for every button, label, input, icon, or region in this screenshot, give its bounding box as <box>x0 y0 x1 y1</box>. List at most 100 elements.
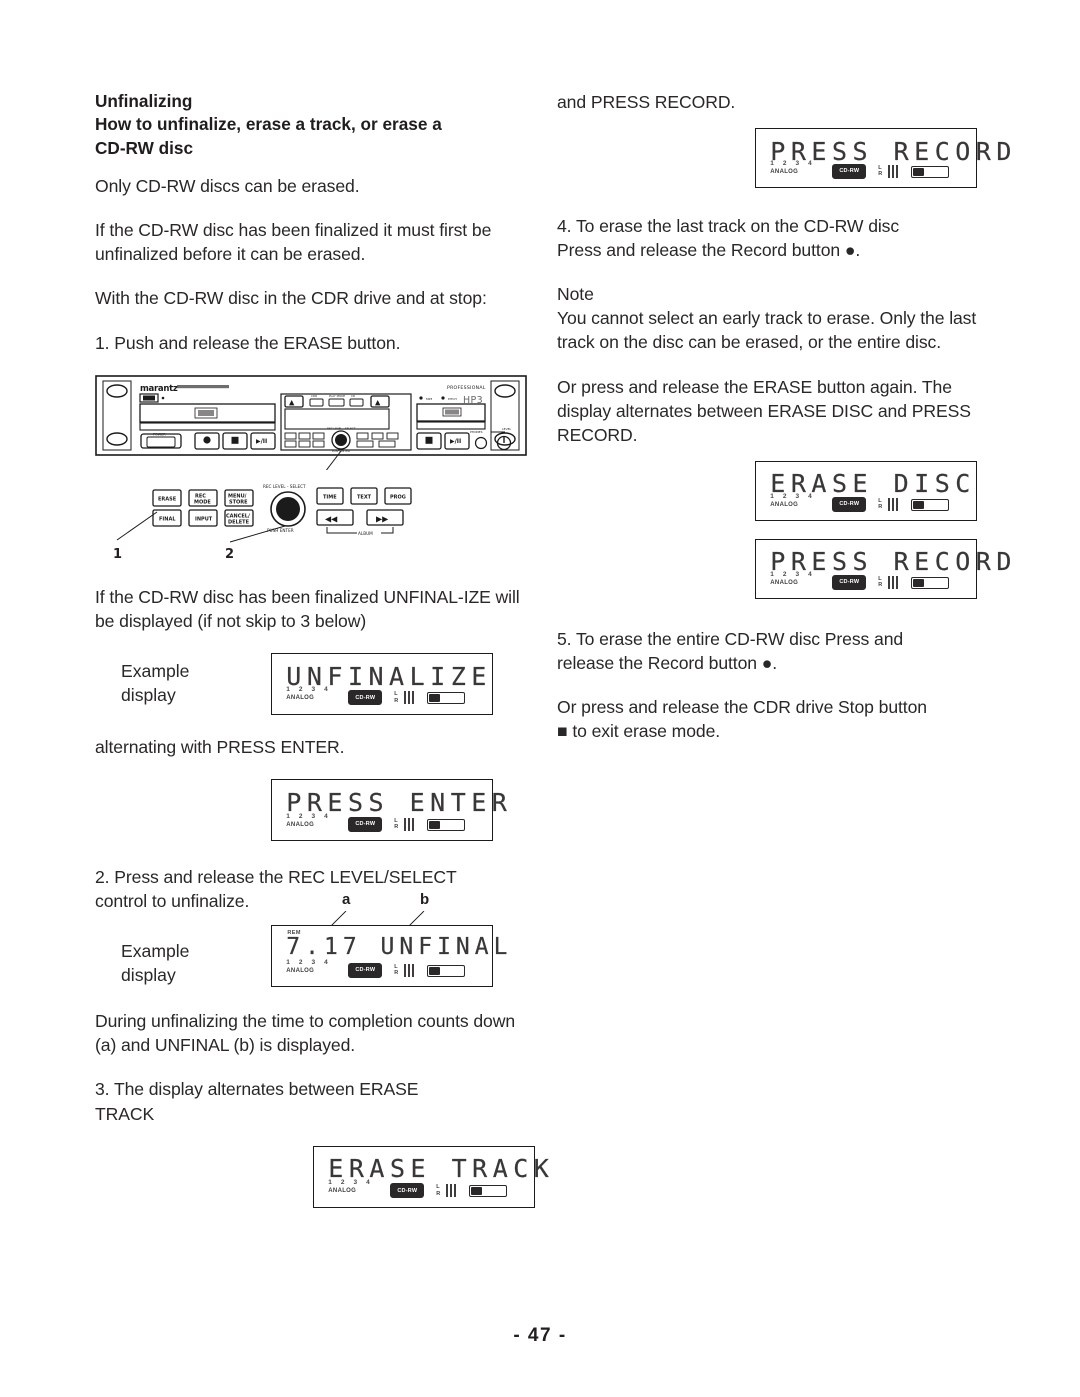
svg-text:CD: CD <box>351 394 355 398</box>
paragraph-only-cdrw: Only CD-RW discs can be erased. <box>95 176 360 197</box>
page-number: - 47 - <box>513 1325 567 1346</box>
lcd-analog-label: ANALOG <box>770 501 799 508</box>
disc-indicator-icon <box>911 498 950 511</box>
paragraph-during-unfinalizing: During unfinalizing the time to completi… <box>95 1011 516 1056</box>
lcd-lr-label: LR <box>878 164 883 178</box>
cd-rw-badge-icon: CD-RW <box>348 690 383 706</box>
paragraph-stop-button-line2: ■ to exit erase mode. <box>557 721 721 742</box>
svg-text:INPUT: INPUT <box>195 516 213 522</box>
paragraph-and-press-record: and PRESS RECORD. <box>557 92 736 112</box>
lcd-analog-label: ANALOG <box>328 1188 357 1195</box>
lcd-display-press-enter: PRESS ENTER 1 2 3 4 ANALOG CD-RW LR <box>271 778 507 841</box>
svg-text:DELETE: DELETE <box>228 519 250 525</box>
svg-text:marantz: marantz <box>140 384 178 394</box>
lcd-display-press-record-1: PRESS RECORD 1 2 3 4 ANALOG CD-RW LR <box>755 128 1012 189</box>
level-meter-icon <box>888 164 900 178</box>
step-2-line1: 2. Press and release the REC LEVEL/SELEC… <box>95 866 457 887</box>
lcd-lr-label: LR <box>394 963 399 977</box>
example-label-line1: Example <box>121 660 190 681</box>
callout-1: 1 <box>113 547 122 562</box>
level-meter-icon <box>446 1184 458 1198</box>
svg-text:▶/II: ▶/II <box>450 438 461 445</box>
step-1-push-erase: 1. Push and release the ERASE button. <box>95 332 401 353</box>
callout-b: b <box>420 891 430 909</box>
left-column: Unfinalizing How to unfinalize, erase a … <box>95 90 549 1208</box>
lcd-lr-label: LR <box>394 817 399 831</box>
level-meter-icon <box>888 575 900 589</box>
cd-rw-badge-icon: CD-RW <box>348 816 383 832</box>
svg-text:LEVEL: LEVEL <box>502 427 512 431</box>
step-3-line1: 3. The display alternates between ERASE <box>95 1079 419 1100</box>
disc-indicator-icon <box>911 165 950 178</box>
svg-text:CDR: CDR <box>311 394 317 398</box>
svg-text:PROG: PROG <box>390 494 406 500</box>
lcd-analog-label: ANALOG <box>770 168 799 175</box>
svg-text:PITCH: PITCH <box>448 397 457 401</box>
example-unfinal-count-row: Example display REM 7.17 UNFINAL 1 2 3 4… <box>95 925 525 988</box>
lcd-lr-label: LR <box>394 691 399 704</box>
lcd-display-unfinalize: UNFINALIZE 1 2 3 4 ANALOG CD-RW LR <box>271 652 493 715</box>
svg-text:FINAL: FINAL <box>159 516 176 522</box>
lcd-display-erase-track: ERASE TRACK 1 2 3 4 ANALOG CD-RW LR <box>313 1145 549 1208</box>
level-meter-icon <box>404 963 416 977</box>
step-5-line2: release the Record button ●. <box>557 652 778 673</box>
lcd-display-press-record-2: PRESS RECORD 1 2 3 4 ANALOG CD-RW LR <box>755 538 1012 599</box>
svg-text:▶/II: ▶/II <box>256 438 267 445</box>
cd-rw-badge-icon: CD-RW <box>832 496 867 512</box>
cd-rw-badge-icon: CD-RW <box>832 163 867 179</box>
paragraph-alternating-press-enter: alternating with PRESS ENTER. <box>95 736 345 757</box>
right-column: and PRESS RECORD. PRESS RECORD 1 2 3 4 A… <box>557 90 1012 763</box>
device-front-panel-diagram: marantz POWER ▶/II ▲ CDR PLAY MODE CD ▲ … <box>95 374 527 470</box>
svg-text:◀◀: ◀◀ <box>325 514 338 523</box>
svg-text:ERASE: ERASE <box>158 496 177 502</box>
svg-text:TIME: TIME <box>323 494 337 500</box>
svg-text:▲: ▲ <box>375 398 381 406</box>
paragraph-with-disc-at-stop: With the CD-RW disc in the CDR drive and… <box>95 288 487 309</box>
callout-a: a <box>342 891 351 909</box>
level-meter-icon <box>888 497 900 511</box>
disc-indicator-icon <box>911 576 950 589</box>
example-unfinalize-row: Example display UNFINALIZE 1 2 3 4 ANALO… <box>95 652 525 715</box>
section-subheading-line2: CD-RW disc <box>95 137 194 158</box>
disc-indicator-icon <box>427 964 466 977</box>
svg-text:REC LEVEL - SELECT: REC LEVEL - SELECT <box>263 484 306 489</box>
lcd-lr-label: LR <box>878 575 883 589</box>
level-meter-icon <box>404 817 416 831</box>
paragraph-erase-button-again: Or press and release the ERASE button ag… <box>557 376 971 445</box>
svg-text:POWER: POWER <box>153 432 166 436</box>
disc-indicator-icon <box>427 692 466 705</box>
disc-indicator-icon <box>427 818 466 831</box>
lcd-analog-label: ANALOG <box>286 967 315 974</box>
paragraph-stop-button-line1: Or press and release the CDR drive Stop … <box>557 697 927 718</box>
cd-rw-badge-icon: CD-RW <box>390 1183 425 1199</box>
lcd-main-text: 7.17 UNFINAL <box>286 933 513 960</box>
note-body: You cannot select an early track to eras… <box>557 308 977 353</box>
step-4-line1: 4. To erase the last track on the CD-RW … <box>557 216 900 237</box>
svg-text:PROFESSIONAL: PROFESSIONAL <box>447 385 486 391</box>
lcd-analog-label: ANALOG <box>286 821 315 828</box>
cd-rw-badge-icon: CD-RW <box>348 962 383 978</box>
svg-text:▶▶: ▶▶ <box>376 514 389 523</box>
step-4-line2: Press and release the Record button ●. <box>557 240 861 261</box>
note-title: Note <box>557 284 594 305</box>
svg-text:PHONES: PHONES <box>470 430 483 434</box>
paragraph-unfinalize-displayed: If the CD-RW disc has been finalized UNF… <box>95 586 520 631</box>
svg-text:REC LEVEL - SELECT: REC LEVEL - SELECT <box>327 426 356 430</box>
level-meter-icon <box>404 691 416 705</box>
paragraph-finalized-first: If the CD-RW disc has been finalized it … <box>95 220 492 265</box>
svg-text:TEXT: TEXT <box>357 494 372 500</box>
disc-indicator-icon <box>469 1185 508 1198</box>
svg-text:MP3: MP3 <box>426 397 432 401</box>
example-label-line2: display <box>121 965 176 986</box>
lcd-lr-label: LR <box>436 1184 441 1197</box>
example-label-line1: Example <box>121 941 190 962</box>
example-label-line2: display <box>121 684 176 705</box>
lcd-display-unfinal-countdown: REM 7.17 UNFINAL 1 2 3 4 ANALOG CD-RW LR <box>271 925 508 988</box>
button-detail-diagram: ERASE REC MODE MENU/ STORE FINAL INPUT C… <box>95 476 525 571</box>
svg-text:MODE: MODE <box>194 499 211 505</box>
lcd-lr-label: LR <box>878 497 883 511</box>
lcd-display-erase-disc: ERASE DISC 1 2 3 4 ANALOG CD-RW LR <box>755 460 977 521</box>
lcd-analog-label: ANALOG <box>770 579 799 586</box>
lcd-analog-label: ANALOG <box>286 695 315 702</box>
step-5-line1: 5. To erase the entire CD-RW disc Press … <box>557 628 904 649</box>
